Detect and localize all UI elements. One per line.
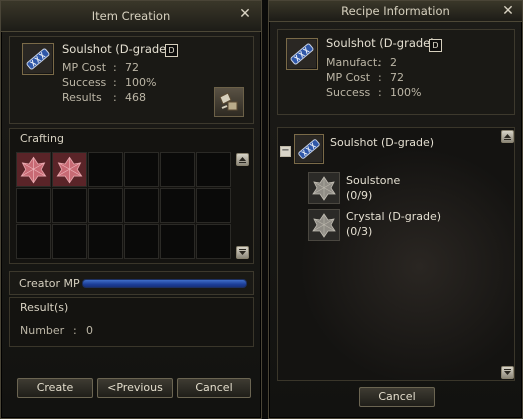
item-creation-window: Item Creation ✕ Soulshot (D-grade) D MP … [0,0,262,419]
crafting-slot[interactable] [16,224,51,259]
recipe-item-name: Soulshot (D-grade) [326,36,435,50]
item-creation-titlebar[interactable]: Item Creation ✕ [1,1,261,32]
crafting-header: Crafting [20,132,64,145]
crafting-slot[interactable] [196,152,231,187]
close-icon[interactable]: ✕ [501,4,515,18]
number-value: 0 [86,324,93,337]
colon: : [113,91,117,104]
crafting-slot[interactable] [124,188,159,223]
soulshot-icon[interactable] [294,134,324,164]
recipe-cancel-button[interactable]: Cancel [359,387,435,407]
success-value: 100% [125,76,157,89]
mp-cost-label: MP Cost [62,61,107,74]
crafting-slot[interactable] [88,152,123,187]
results-label: Results [62,91,102,104]
crafting-slot[interactable] [124,152,159,187]
recipe-information-titlebar[interactable]: Recipe Information ✕ [269,1,522,22]
scroll-down-icon[interactable] [501,366,514,379]
success-value: 100% [390,86,422,99]
grade-badge: D [429,39,442,52]
creator-mp-bar [82,279,247,288]
number-label: Number [20,324,65,337]
crafting-slot-filled[interactable] [16,152,51,187]
window-title: Item Creation [91,9,171,23]
colon: : [378,56,382,69]
colon: : [73,324,77,337]
crafting-slot[interactable] [124,224,159,259]
creator-mp-track [82,279,247,288]
crafting-slot[interactable] [160,188,195,223]
colon: : [378,86,382,99]
mp-cost-value: 72 [125,61,139,74]
crafting-slot[interactable] [88,188,123,223]
creator-mp-panel: Creator MP [9,271,254,295]
recipe-item-panel: Soulshot (D-grade) D Manufact. : 2 MP Co… [277,29,515,115]
crafting-grid [16,152,232,260]
scroll-up-icon[interactable] [501,130,514,143]
cancel-button[interactable]: Cancel [177,378,251,398]
crystal-icon[interactable] [308,172,340,204]
tree-root-name: Soulshot (D-grade) [330,136,435,149]
recipe-information-window: Recipe Information ✕ Soulshot (D-grade) … [268,0,523,419]
results-panel: Result(s) Number : 0 [9,297,254,347]
scroll-up-icon[interactable] [236,153,249,166]
create-button[interactable]: Create [17,378,93,398]
close-icon[interactable]: ✕ [238,7,252,21]
crafting-panel: Crafting [9,128,254,264]
colon: : [113,76,117,89]
window-title: Recipe Information [341,4,450,18]
crafting-slot[interactable] [196,188,231,223]
crafting-slot[interactable] [160,152,195,187]
crafting-slot[interactable] [196,224,231,259]
manufact-value: 2 [390,56,397,69]
crafting-slot-filled[interactable] [52,152,87,187]
ingredient-name: Soulstone [346,174,401,187]
crafting-slot[interactable] [52,224,87,259]
crystal-icon[interactable] [308,209,340,241]
item-info-panel: Soulshot (D-grade) D MP Cost : 72 Succes… [9,36,254,124]
ingredient-name: Crystal (D-grade) [346,210,442,223]
ingredient-count: (0/3) [346,225,373,238]
crafting-slot[interactable] [160,224,195,259]
mp-cost-label: MP Cost [326,71,371,84]
colon: : [113,61,117,74]
grade-badge: D [165,44,178,57]
ingredient-count: (0/9) [346,189,373,202]
mp-cost-value: 72 [390,71,404,84]
results-value: 468 [125,91,146,104]
colon: : [378,71,382,84]
creator-mp-label: Creator MP [19,277,80,290]
previous-button[interactable]: <Previous [97,378,173,398]
success-label: Success [326,86,371,99]
crafting-slot[interactable] [52,188,87,223]
scroll-down-icon[interactable] [236,246,249,259]
manufact-label: Manufact. [326,56,381,69]
item-name: Soulshot (D-grade) [62,42,171,56]
soulshot-icon[interactable] [286,38,318,70]
crafting-slot[interactable] [88,224,123,259]
soulshot-icon[interactable] [22,43,54,75]
results-header: Result(s) [20,301,69,314]
recipe-tree-panel: − Soulshot (D-grade) Soulstone (0/9) Cry… [277,127,515,381]
success-label: Success [62,76,107,89]
tree-toggle-button[interactable]: − [280,146,291,157]
recipe-book-icon[interactable] [214,87,244,117]
crafting-slot[interactable] [16,188,51,223]
